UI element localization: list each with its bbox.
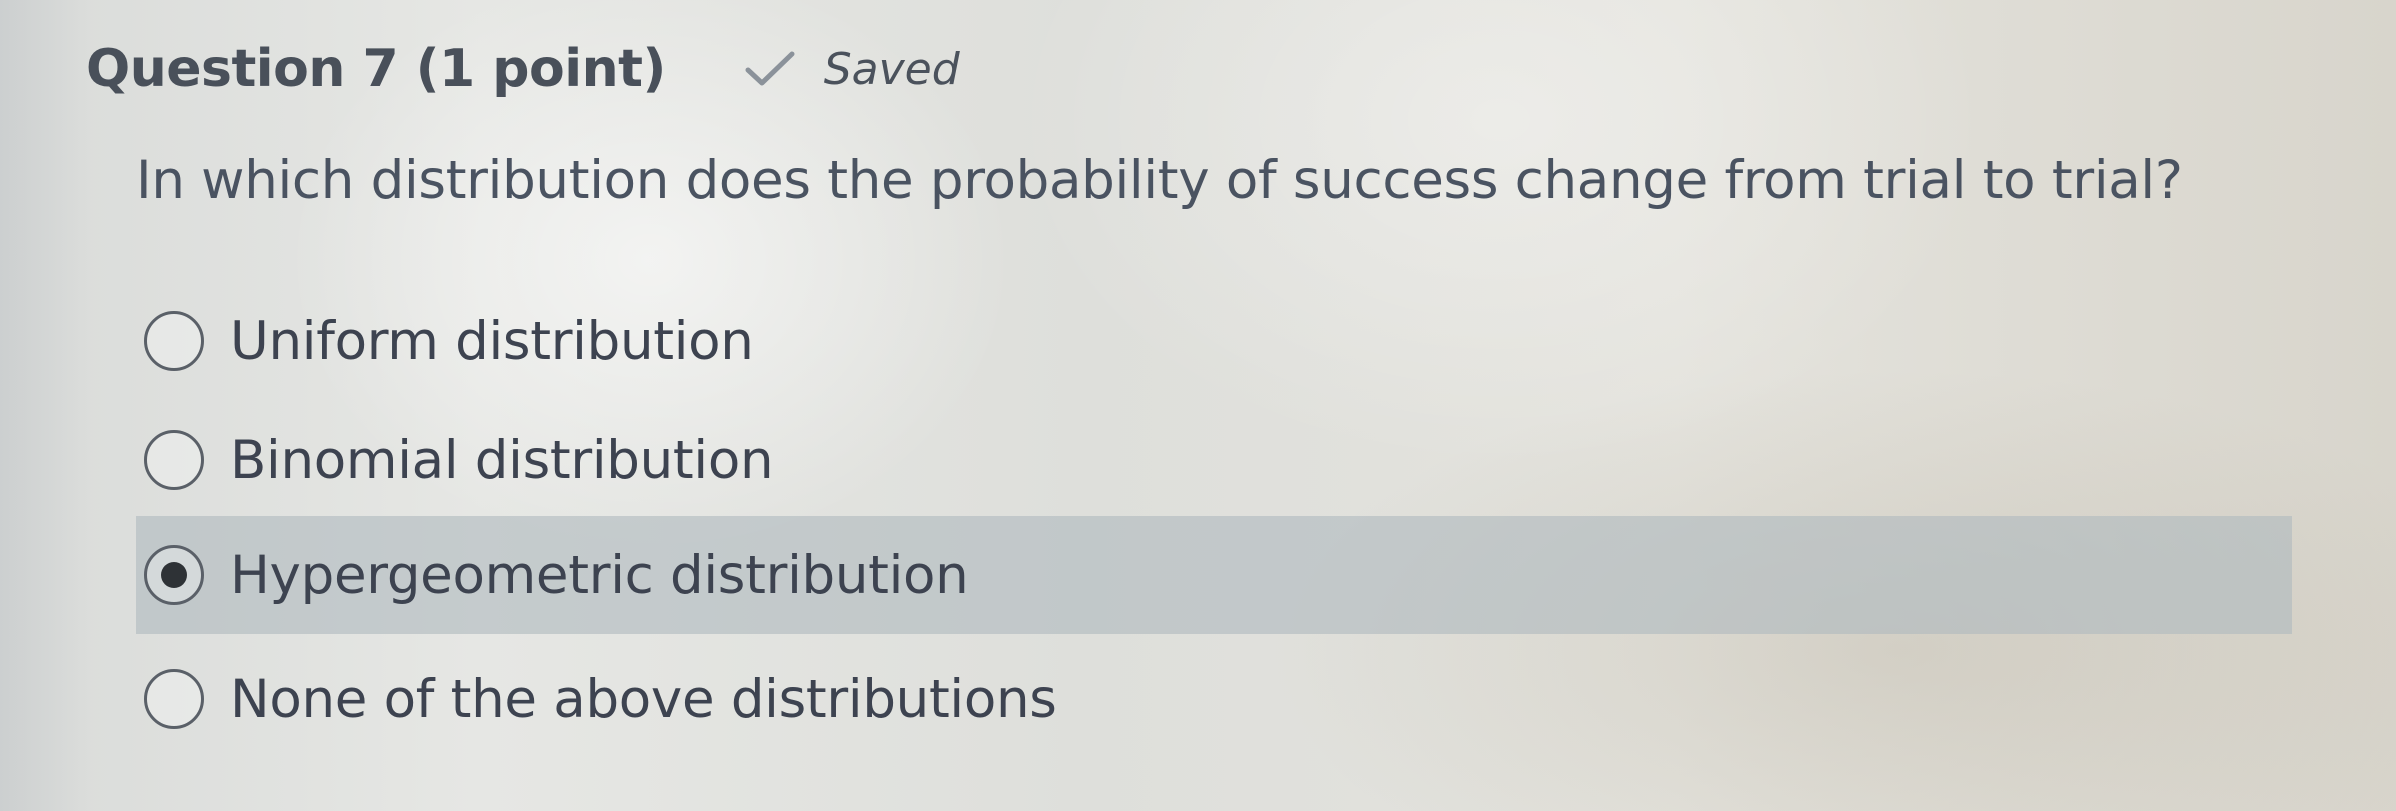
option-none-of-above[interactable]: None of the above distributions xyxy=(136,640,2292,758)
radio-button[interactable] xyxy=(144,430,204,490)
radio-button[interactable] xyxy=(144,669,204,729)
option-label: None of the above distributions xyxy=(230,668,1057,730)
radio-button[interactable] xyxy=(144,311,204,371)
option-label: Uniform distribution xyxy=(230,310,754,372)
option-binomial[interactable]: Binomial distribution xyxy=(136,401,2292,519)
option-uniform[interactable]: Uniform distribution xyxy=(136,282,2292,400)
radio-button-selected[interactable] xyxy=(144,545,204,605)
option-label: Binomial distribution xyxy=(230,429,774,491)
option-hypergeometric[interactable]: Hypergeometric distribution xyxy=(136,516,2292,634)
answer-options: Uniform distribution Binomial distributi… xyxy=(0,0,2396,811)
option-label: Hypergeometric distribution xyxy=(230,544,969,606)
